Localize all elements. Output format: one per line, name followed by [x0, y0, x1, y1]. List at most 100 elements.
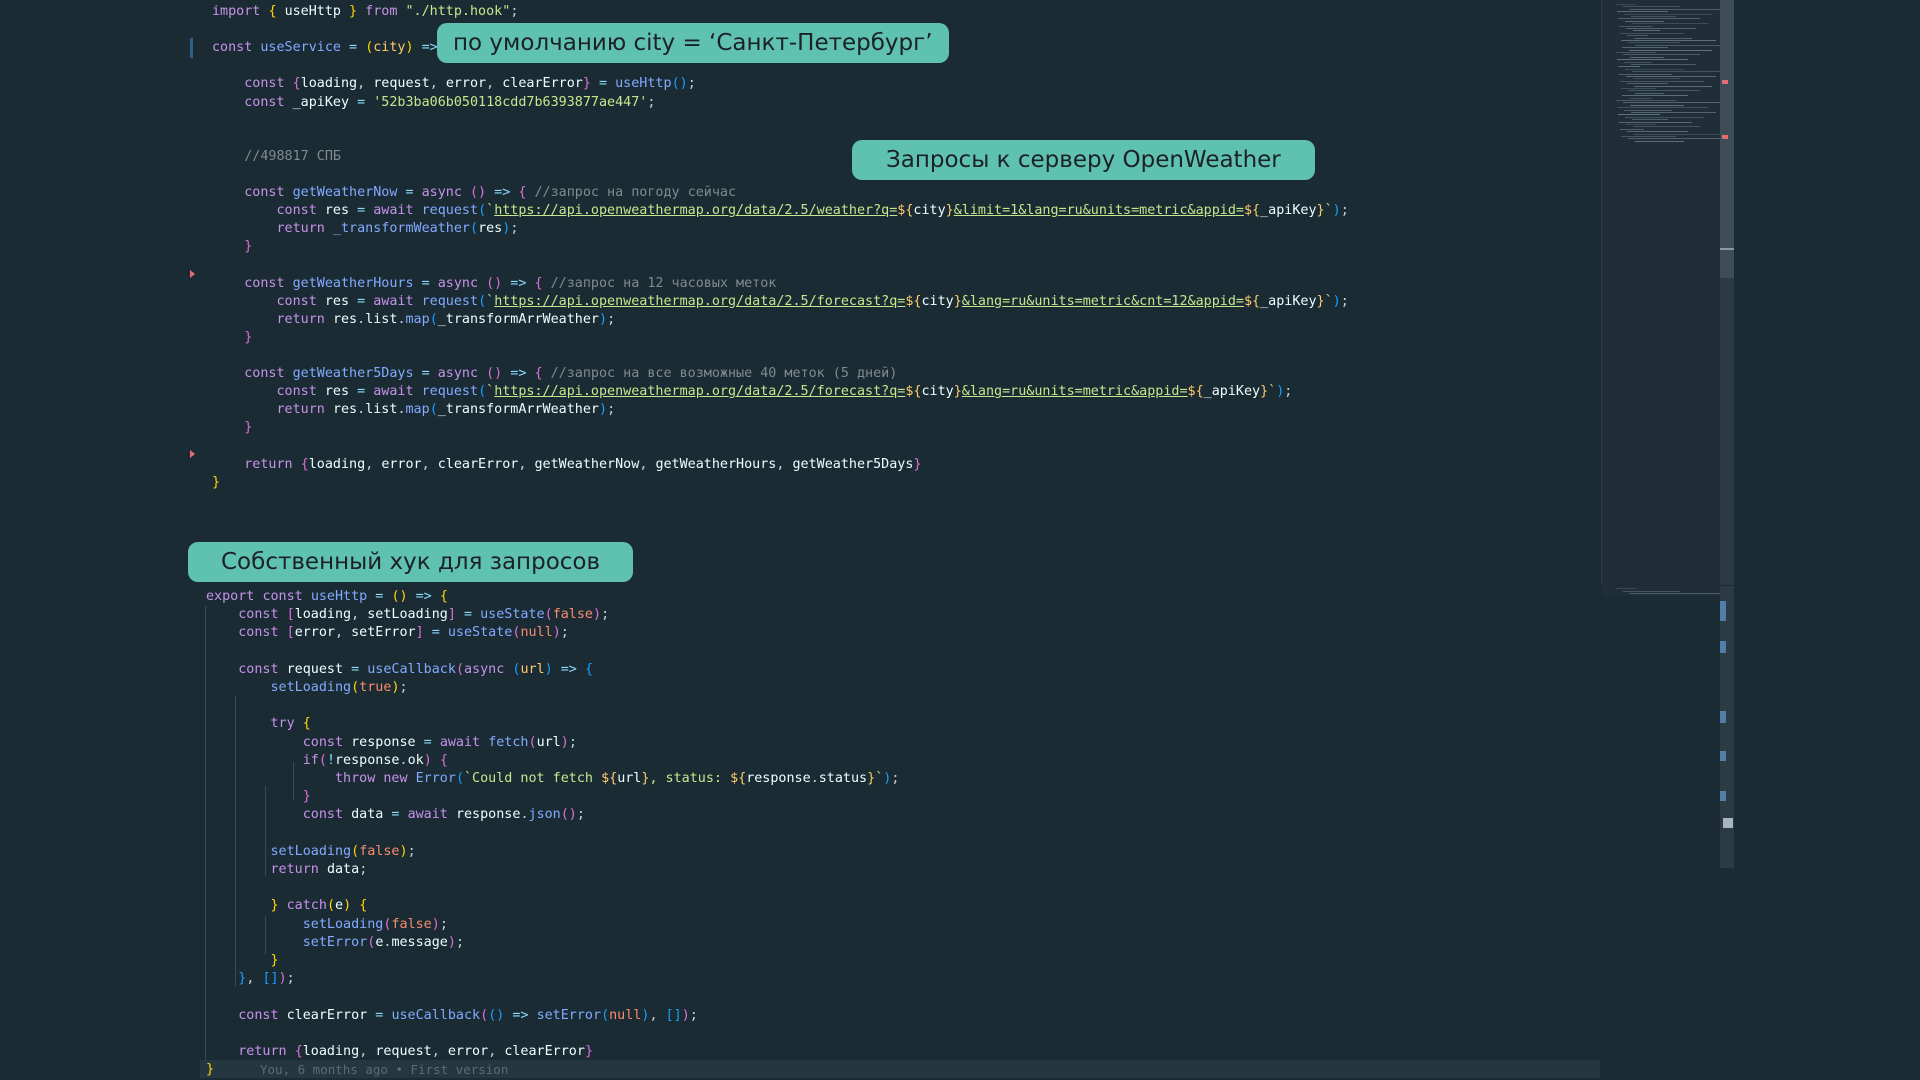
code-token: ( — [318, 752, 327, 768]
code-line[interactable]: } — [212, 419, 252, 437]
code-line[interactable]: setError(e.message); — [206, 934, 464, 952]
code-token: ) — [1332, 293, 1341, 309]
code-line[interactable]: const res = await request(`https://api.o… — [212, 383, 1293, 401]
code-token: new — [383, 771, 416, 786]
code-token: ; — [689, 1007, 698, 1023]
code-line[interactable]: } — [206, 952, 279, 970]
code-line[interactable]: return data; — [206, 861, 368, 879]
minimap-line — [1634, 133, 1732, 135]
code-line[interactable]: } — [212, 238, 252, 256]
code-line[interactable]: const [error, setError] = useState(null)… — [206, 624, 569, 642]
code-token: `Could not fetch — [464, 771, 602, 786]
code-line[interactable]: export const useHttp = () => { — [206, 588, 448, 606]
code-token: &lang=ru&units=metric&appid= — [961, 384, 1188, 400]
code-token: const — [238, 625, 287, 641]
code-line[interactable]: return res.list.map(_transformArrWeather… — [212, 311, 616, 329]
code-line[interactable]: }, []); — [206, 970, 294, 988]
code-token: &limit=1&lang=ru&units=metric&appid= — [953, 203, 1244, 219]
editor-top-pane[interactable]: import { useHttp } from "./http.hook"; co… — [0, 0, 1600, 590]
code-token: , — [351, 607, 368, 623]
code-line[interactable]: const res = await request(`https://api.o… — [212, 202, 1349, 220]
code-token: loading — [300, 76, 358, 92]
code-line[interactable]: } catch(e) { — [206, 897, 368, 915]
code-token: response — [335, 752, 400, 768]
code-token: _apiKey — [1260, 203, 1317, 219]
code-line[interactable]: const getWeatherHours = async () => { //… — [212, 275, 776, 293]
code-token: await — [407, 807, 456, 823]
code-line[interactable]: return {loading, error, clearError, getW… — [212, 456, 921, 474]
code-token: ) — [447, 934, 456, 950]
code-token: res — [324, 384, 350, 400]
minimap-line — [1616, 588, 1636, 589]
scrollbar-thumb[interactable] — [1720, 0, 1734, 278]
code-token: ` — [1324, 203, 1333, 219]
minimap-bottom[interactable] — [1602, 586, 1724, 596]
code-line[interactable]: try { — [206, 715, 311, 733]
scrollbar-bottom[interactable] — [1720, 586, 1734, 868]
code-token: } — [244, 239, 253, 255]
code-line[interactable]: const getWeatherNow = async () => { //за… — [212, 184, 736, 202]
minimap-line — [1634, 85, 1712, 87]
code-token: useHttp — [615, 76, 672, 92]
code-line[interactable]: return res.list.map(_transformArrWeather… — [212, 401, 616, 419]
code-token: request — [286, 661, 344, 677]
minimap-line — [1635, 92, 1664, 94]
code-token: res — [324, 293, 350, 309]
code-line[interactable]: //498817 СПБ — [212, 148, 341, 166]
code-token: getWeather5Days — [292, 366, 414, 381]
code-line[interactable]: setLoading(false); — [206, 843, 416, 861]
code-line[interactable]: } — [212, 474, 220, 492]
code-line[interactable]: } — [212, 329, 252, 347]
code-line[interactable]: const useService = (city) => { — [212, 39, 454, 57]
callout-own-hook: Собственный хук для запросов — [188, 542, 634, 582]
code-token: message — [391, 934, 448, 950]
code-token: . — [397, 311, 406, 327]
code-line[interactable]: setLoading(false); — [206, 916, 448, 934]
code-line[interactable]: const [loading, setLoading] = useState(f… — [206, 606, 609, 624]
scrollbar-top[interactable] — [1720, 0, 1734, 585]
code-line[interactable]: import { useHttp } from "./http.hook"; — [212, 3, 518, 21]
code-token: setLoading — [270, 680, 352, 695]
code-line[interactable]: const res = await request(`https://api.o… — [212, 293, 1349, 311]
code-token: , — [357, 76, 374, 92]
code-token: } — [1260, 384, 1269, 400]
code-token: const — [244, 185, 293, 200]
code-line[interactable]: setLoading(true); — [206, 679, 408, 697]
code-line[interactable]: const data = await response.json(); — [206, 806, 585, 824]
code-line[interactable]: const request = useCallback(async (url) … — [206, 661, 593, 679]
code-token: } — [270, 898, 279, 914]
minimap-line — [1635, 140, 1684, 142]
code-token: async — [437, 275, 487, 291]
code-line[interactable]: return {loading, request, error, clearEr… — [206, 1043, 593, 1061]
code-token: { — [534, 366, 543, 381]
code-line[interactable]: return _transformWeather(res); — [212, 220, 519, 238]
code-token: ( — [455, 661, 464, 677]
code-line[interactable]: const {loading, request, error, clearErr… — [212, 75, 696, 93]
minimap-line — [1618, 114, 1660, 116]
code-token: () — [486, 275, 503, 291]
code-line[interactable]: const _apiKey = '52b3ba06b050118cdd7b639… — [212, 94, 655, 112]
minimap-top[interactable] — [1602, 0, 1732, 585]
code-token: setError — [302, 934, 368, 950]
code-token: ; — [607, 311, 616, 327]
code-line[interactable]: throw new Error(`Could not fetch ${url},… — [206, 770, 899, 788]
code-token: https://api.openweathermap.org/data/2.5/… — [494, 203, 898, 219]
code-token: true — [359, 680, 392, 695]
code-line[interactable]: const response = await fetch(url); — [206, 734, 577, 752]
code-line[interactable]: } — [206, 788, 311, 806]
code-token: setError — [536, 1007, 602, 1023]
code-line[interactable]: if(!response.ok) { — [206, 752, 448, 770]
code-line[interactable]: } — [206, 1061, 214, 1079]
code-token: ; — [568, 734, 577, 750]
editor-bottom-pane[interactable]: export const useHttp = () => { const [lo… — [0, 586, 1600, 1080]
code-line[interactable]: const clearError = useCallback(() => set… — [206, 1007, 698, 1025]
code-line[interactable]: const getWeather5Days = async () => { //… — [212, 365, 897, 383]
